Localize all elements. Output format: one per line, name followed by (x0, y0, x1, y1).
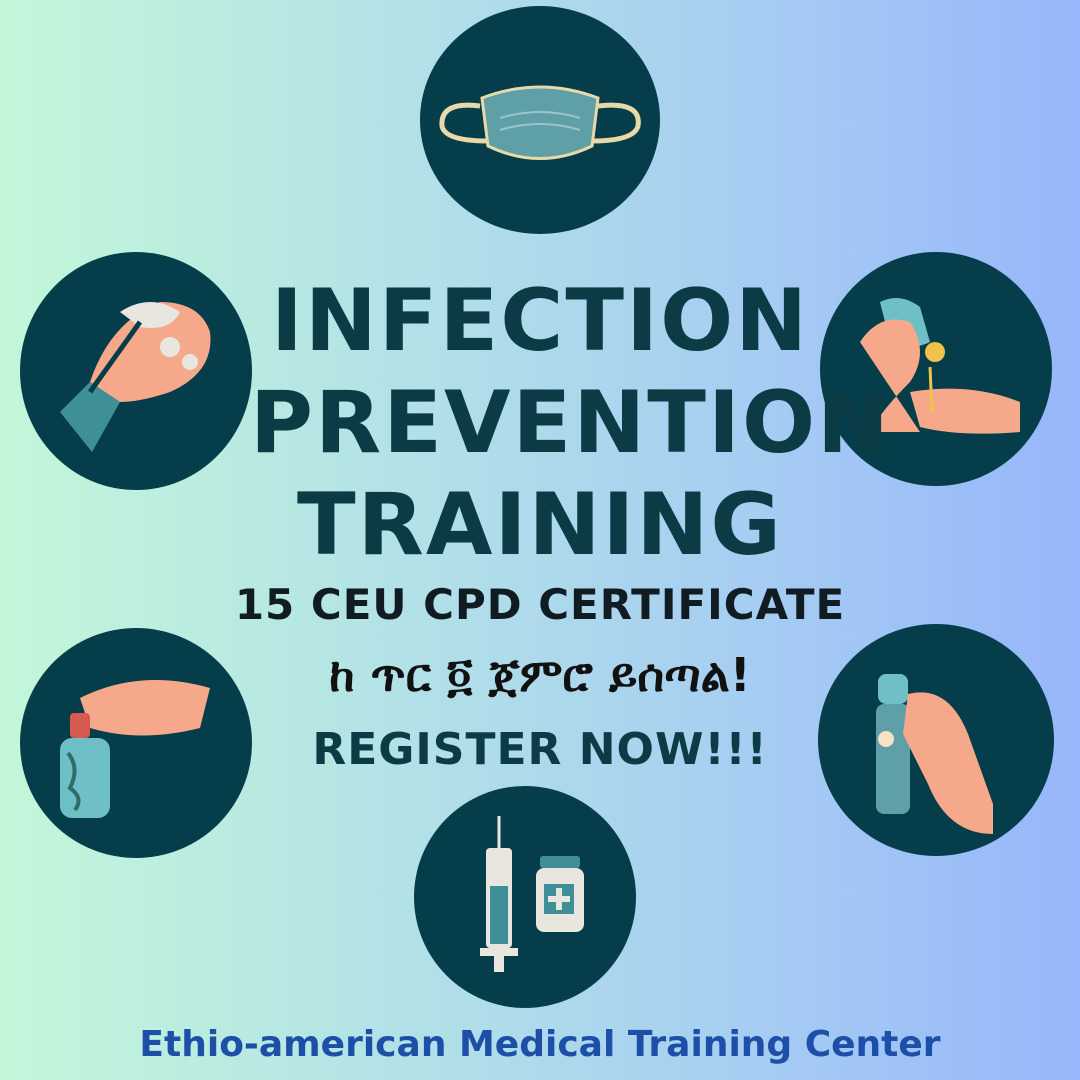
amharic-date-text: ከ ጥር ፬ ጀምሮ ይሰጣል! (329, 648, 751, 702)
hand-washing-circle (20, 252, 252, 490)
hand-washing-icon (60, 302, 211, 452)
mask-circle (420, 6, 660, 234)
title-line-1: INFECTION (270, 271, 810, 371)
register-now-text: REGISTER NOW!!! (312, 724, 768, 775)
title-line-3: TRAINING (297, 475, 783, 575)
syringe-vial-icon (480, 816, 584, 972)
face-mask-icon (439, 85, 641, 160)
title-line-2: PREVENTION (250, 373, 892, 473)
syringe-circle (414, 786, 636, 1008)
certificate-text: 15 CEU CPD CERTIFICATE (234, 580, 846, 629)
organization-name: Ethio-american Medical Training Center (139, 1024, 941, 1065)
